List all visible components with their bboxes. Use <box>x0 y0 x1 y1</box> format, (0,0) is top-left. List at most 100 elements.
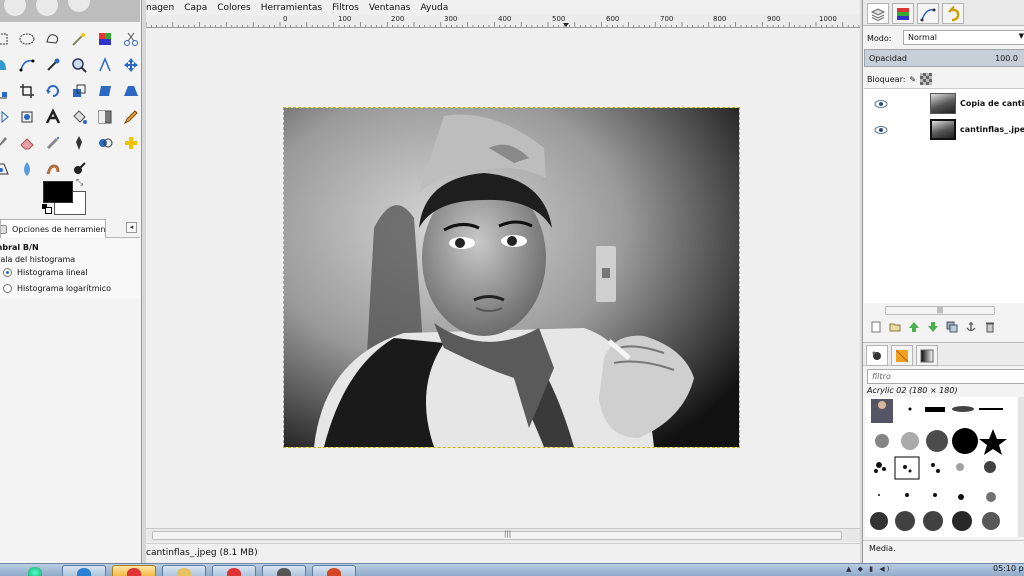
perspective-clone-tool-button[interactable] <box>0 156 14 182</box>
blur-tool-button[interactable] <box>14 156 40 182</box>
ink-tool-button[interactable] <box>66 130 92 156</box>
foreground-select-tool-button[interactable] <box>0 52 14 78</box>
taskbar-item-ie[interactable] <box>62 565 106 576</box>
canvas-area[interactable] <box>146 29 860 528</box>
layer-row[interactable]: cantinflas_.jpeg <box>864 117 1024 142</box>
raise-layer-button[interactable] <box>908 321 920 333</box>
align-icon <box>0 92 7 99</box>
menu-filters[interactable]: Filtros <box>332 3 359 13</box>
blend-tool-button[interactable] <box>92 104 118 130</box>
new-layer-group-button[interactable] <box>889 321 901 333</box>
cage-transform-tool-button[interactable] <box>14 104 40 130</box>
gradient-icon <box>920 349 934 362</box>
duplicate-layer-button[interactable] <box>946 321 958 333</box>
menu-windows[interactable]: Ventanas <box>369 3 411 13</box>
crop-tool-button[interactable] <box>14 78 40 104</box>
brush-filter-input[interactable]: filtro <box>867 369 1024 384</box>
ruler-label: 700 <box>660 15 674 23</box>
airbrush-tool-button[interactable] <box>40 130 66 156</box>
rotate-tool-button[interactable] <box>40 78 66 104</box>
paths-tool-button[interactable] <box>14 52 40 78</box>
radio-button[interactable] <box>3 284 12 293</box>
measure-tool-button[interactable] <box>92 52 118 78</box>
foreground-color-swatch[interactable] <box>43 181 73 203</box>
toolbox-panel: ⤡ Opciones de herramienta ◂ mbral B/N ca… <box>0 0 142 563</box>
menu-layer[interactable]: Capa <box>184 3 207 13</box>
perspective-tool-button[interactable] <box>118 78 144 104</box>
status-text: cantinflas_.jpeg (8.1 MB) <box>146 548 258 558</box>
reset-colors-icon[interactable] <box>42 204 52 214</box>
bucket-fill-tool-button[interactable] <box>66 104 92 130</box>
image-canvas[interactable] <box>283 107 740 448</box>
flip-tool-button[interactable] <box>0 104 14 130</box>
swap-colors-icon[interactable]: ⤡ <box>76 178 83 188</box>
menu-help[interactable]: Ayuda <box>420 3 448 13</box>
eye-icon[interactable] <box>874 125 888 134</box>
scrollbar-thumb[interactable] <box>152 531 842 540</box>
zoom-tool-button[interactable] <box>66 52 92 78</box>
heal-tool-button[interactable] <box>118 130 144 156</box>
taskbar-item-powerpoint[interactable] <box>312 565 356 576</box>
layers-icon <box>870 7 886 21</box>
ellipse-select-tool-button[interactable] <box>14 26 40 52</box>
clone-tool-button[interactable] <box>92 130 118 156</box>
lower-layer-button[interactable] <box>927 321 939 333</box>
tab-gradients[interactable] <box>916 345 938 366</box>
eraser-tool-button[interactable] <box>14 130 40 156</box>
scale-tool-button[interactable] <box>66 78 92 104</box>
tab-layers[interactable] <box>867 3 889 24</box>
color-select-tool-button[interactable] <box>92 26 118 52</box>
menu-image[interactable]: nagen <box>146 3 174 13</box>
tab-menu-button[interactable]: ◂ <box>126 222 137 233</box>
lock-alpha-icon[interactable] <box>920 73 933 85</box>
brush-scrollbar[interactable] <box>1018 397 1024 537</box>
lock-pixels-icon[interactable]: ✎ <box>909 75 916 84</box>
scrollbar-thumb[interactable]: ||| <box>885 306 995 315</box>
radio-log-histogram[interactable]: Histograma logarítmico <box>3 284 111 293</box>
rect-select-tool-button[interactable] <box>0 26 14 52</box>
radio-linear-histogram[interactable]: Histograma lineal <box>3 268 88 277</box>
tab-tool-options[interactable]: Opciones de herramienta <box>0 219 106 238</box>
paintbrush-icon <box>0 137 7 146</box>
taskbar-item-chrome-2[interactable] <box>212 565 256 576</box>
horizontal-scrollbar[interactable]: ||| <box>146 528 860 542</box>
pencil-tool-button[interactable] <box>118 104 144 130</box>
foreground-select-icon <box>0 60 6 70</box>
move-tool-button[interactable] <box>118 52 144 78</box>
horizontal-ruler[interactable]: 0 100 200 300 400 500 600 700 800 900 10… <box>146 15 860 28</box>
trash-icon <box>986 322 994 333</box>
menu-colors[interactable]: Colores <box>217 3 251 13</box>
layer-row[interactable]: Copia de cantinfla <box>864 91 1024 116</box>
fuzzy-select-tool-button[interactable] <box>66 26 92 52</box>
taskbar-item-chrome[interactable] <box>112 565 156 576</box>
taskbar-item-gimp[interactable] <box>262 565 306 576</box>
tab-undo-history[interactable] <box>942 3 964 24</box>
opacity-slider[interactable]: Opacidad 100.0 <box>864 49 1024 67</box>
paintbrush-tool-button[interactable] <box>0 130 14 156</box>
chevron-down-icon: ▼ <box>1018 32 1024 40</box>
tray-icons[interactable]: ▲ ◆ ▮ ◀) <box>846 565 891 573</box>
tab-paths[interactable] <box>917 3 939 24</box>
new-layer-button[interactable] <box>870 321 882 333</box>
tab-patterns[interactable] <box>891 345 913 366</box>
taskbar-item-explorer[interactable] <box>162 565 206 576</box>
shear-tool-button[interactable] <box>92 78 118 104</box>
text-tool-button[interactable] <box>40 104 66 130</box>
scissors-select-tool-button[interactable] <box>118 26 144 52</box>
color-picker-tool-button[interactable] <box>40 52 66 78</box>
mode-dropdown[interactable]: Normal ▼ <box>903 30 1024 45</box>
delete-layer-button[interactable] <box>984 321 996 333</box>
free-select-tool-button[interactable] <box>40 26 66 52</box>
layers-scrollbar[interactable]: ||| <box>865 304 1023 316</box>
eye-icon[interactable] <box>874 99 888 108</box>
ruler-label: 900 <box>767 15 781 23</box>
anchor-layer-button[interactable] <box>965 321 977 333</box>
tab-brushes[interactable] <box>866 345 888 366</box>
align-tool-button[interactable] <box>0 78 14 104</box>
clock[interactable]: 05:10 p <box>993 564 1024 573</box>
brush-grid[interactable] <box>865 397 1024 537</box>
radio-button[interactable] <box>3 268 12 277</box>
tab-channels[interactable] <box>892 3 914 24</box>
start-button[interactable] <box>14 565 54 576</box>
menu-tools[interactable]: Herramientas <box>261 3 322 13</box>
